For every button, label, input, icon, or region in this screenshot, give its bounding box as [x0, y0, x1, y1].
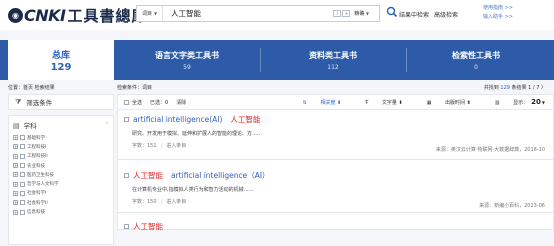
- chevron-up-icon[interactable]: ⌃: [105, 122, 109, 128]
- subject-item[interactable]: + 医药卫生科技: [13, 170, 109, 179]
- checkbox[interactable]: [20, 200, 25, 206]
- sort-controls: ⇅ 相关度 ⬍ Ŧ 文字量 ⬍ ▦ 出版时间 ⬍ ▥ 显示： 20▼: [279, 98, 553, 106]
- chevron-down-icon: ▼: [541, 100, 545, 105]
- search-input[interactable]: 人工智能: [171, 8, 332, 19]
- checkbox[interactable]: [20, 190, 25, 196]
- expand-icon[interactable]: +: [13, 200, 18, 206]
- result-search-link[interactable]: 结果中检索: [399, 10, 429, 19]
- checkbox[interactable]: [20, 163, 25, 169]
- paging-info: 共找到 129 条结果 1 / 7 〉: [483, 85, 546, 91]
- select-all-label[interactable]: 全选: [132, 99, 142, 106]
- results-panel: 全选 已选：0 清除 ⇅ 相关度 ⬍ Ŧ 文字量 ⬍ ▦ 出版时间 ⬍ ▥ 显示…: [117, 94, 554, 246]
- expand-icon[interactable]: +: [13, 163, 18, 169]
- filter-header: ⧩ 筛选条件: [8, 94, 114, 110]
- tab-language-tools[interactable]: 语言文字类工具书 59: [114, 40, 260, 80]
- result-total: 129: [500, 85, 510, 91]
- result-item: 人工智能 artificial intelligence（AI） 在计算机专业中…: [117, 160, 554, 213]
- subject-item[interactable]: + 社会科学I: [13, 189, 109, 198]
- subject-item[interactable]: + 哲学与人文科学: [13, 179, 109, 188]
- help-links: 使用指南 >> 输入助手 >>: [483, 4, 513, 22]
- result-description: 研究、开发用于模拟、延伸和扩展人的智能的理论、方……: [132, 131, 263, 137]
- result-checkbox[interactable]: [124, 224, 129, 229]
- selected-count: 已选：0: [150, 99, 169, 106]
- next-page-button[interactable]: 〉: [541, 85, 546, 91]
- select-all-checkbox[interactable]: [124, 99, 129, 105]
- expand-icon[interactable]: +: [13, 153, 18, 159]
- match-mode-select[interactable]: 精确 ▼: [354, 10, 369, 17]
- search-box: 词目 ▼ 人工智能 / + 精确 ▼: [136, 5, 380, 22]
- left-sidebar: ⧩ 筛选条件 ▤ 学科 ⌃ + 基础科学 + 工程科技I + 工程科技II + 农业科技 …: [8, 94, 114, 246]
- search-condition: 检索条件：词目: [117, 85, 153, 91]
- expand-icon[interactable]: +: [13, 209, 18, 215]
- subject-item[interactable]: + 信息科技: [13, 207, 109, 216]
- result-source: 来源：英汉云计算·物联网·大数据辞典，2018-10: [435, 147, 545, 153]
- sort-time[interactable]: ▦ 出版时间 ⬍: [415, 99, 471, 106]
- tab-reference-tools[interactable]: 资料类工具书 112: [260, 40, 406, 80]
- expand-icon[interactable]: +: [13, 135, 18, 141]
- result-checkbox[interactable]: [124, 117, 129, 122]
- subject-item[interactable]: + 工程科技II: [13, 152, 109, 161]
- checkbox[interactable]: [20, 209, 25, 215]
- checkbox[interactable]: [20, 181, 25, 187]
- search-mini-buttons: / +: [332, 10, 351, 17]
- list-icon: ▤: [13, 122, 20, 130]
- result-title[interactable]: artificial intelligence(AI) 人工智能: [124, 114, 545, 125]
- subject-item[interactable]: + 基础科学: [13, 133, 109, 142]
- enter-entry-link[interactable]: 进入条目: [166, 143, 186, 149]
- checkbox[interactable]: [20, 144, 25, 150]
- slash-button[interactable]: /: [333, 10, 342, 17]
- relevance-icon: ⇅: [302, 99, 307, 106]
- tab-index-tools[interactable]: 检索性工具书 0: [406, 40, 546, 80]
- result-item: artificial intelligence(AI) 人工智能 研究、开发用于…: [117, 110, 554, 160]
- clear-button[interactable]: 清除: [176, 99, 186, 106]
- result-title[interactable]: 人工智能: [124, 221, 545, 232]
- breadcrumb: 位置：首页 检索结果: [8, 85, 55, 91]
- expand-icon[interactable]: +: [13, 181, 18, 187]
- search-icon[interactable]: [386, 6, 398, 18]
- calendar-icon: ▦: [426, 99, 432, 106]
- cnki-logo[interactable]: ◉ CNKI 工具書總庫: [8, 4, 148, 26]
- result-description: 在计算机专业中,指模拟人类行为和智力活动的机械……: [132, 187, 254, 193]
- expand-icon[interactable]: +: [13, 144, 18, 150]
- subject-panel: ▤ 学科 ⌃ + 基础科学 + 工程科技I + 工程科技II + 农业科技 + 医药卫生科技…: [8, 115, 114, 245]
- logo-mark-icon: ◉: [8, 7, 23, 23]
- subject-item[interactable]: + 农业科技: [13, 161, 109, 170]
- help-guide-link[interactable]: 使用指南 >>: [483, 4, 513, 13]
- filter-icon: ⧩: [15, 97, 22, 106]
- expand-icon[interactable]: +: [13, 190, 18, 196]
- plus-button[interactable]: +: [342, 10, 351, 17]
- input-assistant-link[interactable]: 输入助手 >>: [483, 13, 513, 22]
- result-title[interactable]: 人工智能 artificial intelligence（AI）: [124, 170, 545, 181]
- chevron-down-icon: ▼: [153, 11, 158, 16]
- search-field-select[interactable]: 词目 ▼: [137, 6, 163, 21]
- sort-relevance[interactable]: ⇅ 相关度 ⬍: [291, 99, 342, 106]
- grid-icon: ▥: [494, 100, 500, 106]
- text-icon: Ŧ: [365, 99, 369, 106]
- result-item: 人工智能: [117, 213, 554, 232]
- result-checkbox[interactable]: [124, 173, 129, 178]
- subject-header[interactable]: ▤ 学科 ⌃: [13, 120, 109, 133]
- checkbox[interactable]: [20, 135, 25, 141]
- subject-item[interactable]: + 社会科学II: [13, 198, 109, 207]
- display-count-select[interactable]: ▥ 显示： 20▼: [483, 98, 545, 106]
- enter-entry-link[interactable]: 进入条目: [166, 199, 186, 205]
- tab-total[interactable]: 总库 129: [8, 40, 114, 80]
- sort-length[interactable]: Ŧ 文字量 ⬍: [353, 99, 402, 106]
- subject-item[interactable]: + 工程科技I: [13, 142, 109, 151]
- result-source: 来源：新编小百科，2023-06: [479, 203, 545, 209]
- expand-icon[interactable]: +: [13, 172, 18, 178]
- checkbox[interactable]: [20, 153, 25, 159]
- checkbox[interactable]: [20, 172, 25, 178]
- page-indicator: 1 / 7: [528, 85, 540, 91]
- top-header: ◉ CNKI 工具書總庫 词目 ▼ 人工智能 / + 精确 ▼ 结果中检索 高级检…: [0, 0, 554, 30]
- results-toolbar: 全选 已选：0 清除 ⇅ 相关度 ⬍ Ŧ 文字量 ⬍ ▦ 出版时间 ⬍ ▥ 显示…: [117, 94, 554, 110]
- chevron-down-icon: ▼: [365, 11, 369, 16]
- logo-cnki-text: CNKI: [24, 5, 66, 25]
- advanced-search-link[interactable]: 高级检索: [434, 10, 458, 19]
